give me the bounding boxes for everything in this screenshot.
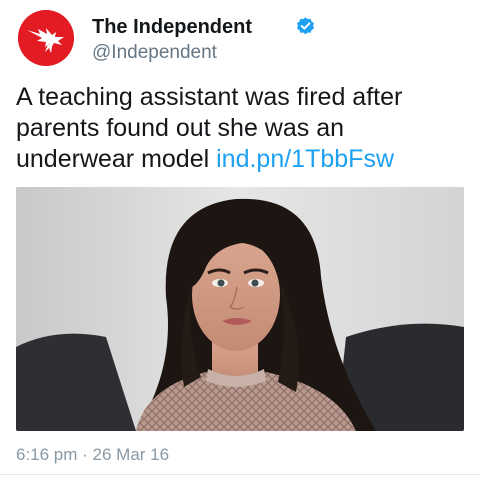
user-handle[interactable]: @Independent	[92, 42, 217, 64]
tweet-timestamp[interactable]: 6:16 pm · 26 Mar 16	[16, 444, 169, 466]
divider	[0, 474, 480, 475]
tweet-photo[interactable]	[16, 187, 464, 431]
eagle-logo-icon	[18, 10, 74, 66]
photo-of-woman-image	[16, 187, 464, 431]
avatar[interactable]	[18, 10, 74, 66]
tweet-link[interactable]: ind.pn/1TbbFsw	[216, 145, 394, 173]
tweet-text: A teaching assistant was fired after par…	[16, 82, 466, 175]
verified-badge-icon	[297, 17, 314, 35]
display-name[interactable]: The Independent	[92, 16, 252, 38]
tweet-header: The Independent @Independent	[18, 10, 462, 68]
